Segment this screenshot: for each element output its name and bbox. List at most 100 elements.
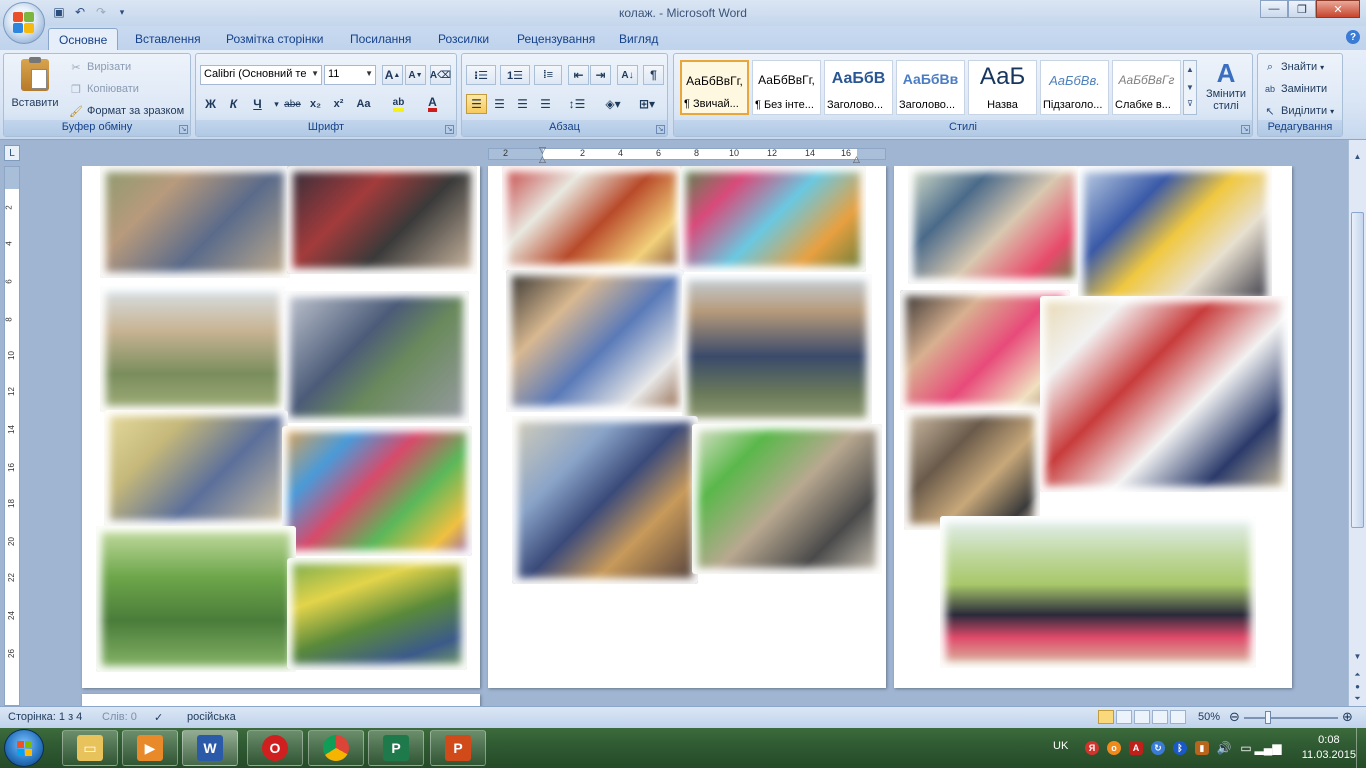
line-spacing-button[interactable]: ↕☰ <box>562 94 592 114</box>
change-case-button[interactable]: Aa <box>353 94 374 114</box>
style-subtitle[interactable]: АаБбВв. Підзаголо... <box>1040 60 1109 115</box>
vertical-ruler[interactable]: 2 4 6 8 10 12 14 16 18 20 22 24 26 <box>4 166 20 706</box>
vertical-scrollbar[interactable]: ▲ ▼ ⏶ ● ⏷ <box>1348 140 1366 706</box>
office-button[interactable] <box>3 2 45 44</box>
update-icon[interactable]: ↻ <box>1151 741 1165 755</box>
start-button[interactable] <box>4 729 44 767</box>
change-styles-button[interactable]: A Змінити стилі <box>1202 58 1250 112</box>
scrollbar-thumb[interactable] <box>1351 212 1364 528</box>
tab-references[interactable]: Посилання <box>340 28 421 50</box>
horizontal-ruler[interactable]: 2 2 4 6 8 10 12 14 16 ▽ △ △ <box>488 145 886 164</box>
document-page-2[interactable] <box>488 166 886 688</box>
find-button[interactable]: ⌕ Знайти ▾ <box>1262 59 1324 75</box>
taskbar-publisher[interactable]: P <box>368 730 424 766</box>
format-painter-button[interactable]: 🖌 Формат за зразком <box>68 103 184 119</box>
document-page-4[interactable] <box>82 694 480 706</box>
odnoklassniki-icon[interactable]: о <box>1107 741 1121 755</box>
document-page-1[interactable] <box>82 166 480 688</box>
style-no-spacing[interactable]: АаБбВвГг, ¶ Без інте... <box>752 60 821 115</box>
power-icon[interactable]: ▭ <box>1239 741 1253 755</box>
volume-icon[interactable]: 🔊 <box>1217 741 1232 755</box>
style-heading-1[interactable]: АаБбВ Заголово... <box>824 60 893 115</box>
copy-button[interactable]: ❐ Копіювати <box>68 81 139 97</box>
tab-home[interactable]: Основне <box>48 28 119 50</box>
multilevel-list-button[interactable]: ⁞≡ <box>534 65 562 85</box>
taskbar-opera[interactable]: O <box>247 730 303 766</box>
taskbar-word[interactable]: W <box>182 730 238 766</box>
maximize-button[interactable]: ❐ <box>1288 0 1316 18</box>
minimize-button[interactable]: — <box>1260 0 1288 18</box>
tray-app-icon[interactable]: ▮ <box>1195 741 1209 755</box>
grow-font-button[interactable]: A ▲ <box>382 65 403 85</box>
sort-button[interactable]: A↓ <box>617 65 638 85</box>
print-layout-view-button[interactable] <box>1098 710 1114 724</box>
web-layout-view-button[interactable] <box>1134 710 1150 724</box>
pdf-icon[interactable]: A <box>1129 741 1143 755</box>
show-desktop-button[interactable] <box>1356 728 1366 768</box>
outline-view-button[interactable] <box>1152 710 1168 724</box>
page-count[interactable]: Сторінка: 1 з 4 <box>8 711 82 723</box>
select-button[interactable]: ↖ Виділити ▾ <box>1262 103 1334 119</box>
zoom-out-icon[interactable]: ⊖ <box>1229 709 1240 725</box>
taskbar-explorer[interactable]: ▭ <box>62 730 118 766</box>
word-count[interactable]: Слів: 0 <box>102 711 137 723</box>
font-name-combo[interactable]: Calibri (Основний те ▼ <box>200 65 322 85</box>
bluetooth-icon[interactable]: ᛒ <box>1173 741 1187 755</box>
tab-review[interactable]: Рецензування <box>507 28 605 50</box>
shading-button[interactable]: ◈▾ <box>598 94 628 114</box>
shrink-font-button[interactable]: A ▼ <box>405 65 426 85</box>
cut-button[interactable]: ✂ Вирізати <box>68 59 131 75</box>
clear-formatting-button[interactable]: A⌫ <box>430 65 451 85</box>
document-page-3[interactable] <box>894 166 1292 688</box>
taskbar-chrome[interactable] <box>308 730 364 766</box>
paste-button[interactable]: Вставити <box>8 57 62 117</box>
network-icon[interactable]: ▂▄▆ <box>1255 741 1282 755</box>
more-styles-icon[interactable]: ⊽ <box>1184 97 1196 111</box>
yandex-icon[interactable]: Я <box>1085 741 1099 755</box>
taskbar-media-player[interactable]: ▶ <box>122 730 178 766</box>
clipboard-launcher-icon[interactable]: ↘ <box>179 125 188 134</box>
zoom-slider-knob[interactable] <box>1265 711 1271 724</box>
italic-button[interactable]: К <box>223 94 244 114</box>
scroll-up-icon[interactable]: ▲ <box>1351 152 1364 166</box>
taskbar-powerpoint[interactable]: P <box>430 730 486 766</box>
align-center-button[interactable]: ☰ <box>489 94 510 114</box>
bold-button[interactable]: Ж <box>200 94 221 114</box>
left-indent-icon[interactable]: △ <box>539 154 546 165</box>
zoom-level[interactable]: 50% <box>1198 711 1220 723</box>
tab-view[interactable]: Вигляд <box>609 28 668 50</box>
close-button[interactable]: ✕ <box>1316 0 1360 18</box>
styles-scroll[interactable]: ▲ ▼ ⊽ <box>1183 60 1197 115</box>
style-heading-2[interactable]: АаБбВв Заголово... <box>896 60 965 115</box>
decrease-indent-button[interactable]: ⇤ <box>568 65 589 85</box>
full-screen-reading-view-button[interactable] <box>1116 710 1132 724</box>
language-bar[interactable]: UK <box>1053 740 1068 752</box>
draft-view-button[interactable] <box>1170 710 1186 724</box>
scroll-up-icon[interactable]: ▲ <box>1184 61 1196 79</box>
font-launcher-icon[interactable]: ↘ <box>445 125 454 134</box>
subscript-button[interactable]: x₂ <box>305 94 326 114</box>
clock[interactable]: 0:08 11.03.2015 <box>1302 733 1356 763</box>
tab-page-layout[interactable]: Розмітка сторінки <box>216 28 333 50</box>
tab-selector-icon[interactable]: L <box>4 145 20 161</box>
borders-button[interactable]: ⊞▾ <box>632 94 662 114</box>
scroll-down-icon[interactable]: ▼ <box>1351 652 1364 666</box>
align-left-button[interactable]: ☰ <box>466 94 487 114</box>
zoom-in-icon[interactable]: ⊕ <box>1342 709 1353 725</box>
proofing-icon[interactable]: ✓ <box>154 711 163 724</box>
justify-button[interactable]: ☰ <box>535 94 556 114</box>
underline-button[interactable]: Ч <box>247 94 268 114</box>
bullets-button[interactable]: ⁝☰ <box>466 65 496 85</box>
style-normal[interactable]: АаБбВвГг, ¶ Звичай... <box>680 60 749 115</box>
align-right-button[interactable]: ☰ <box>512 94 533 114</box>
styles-launcher-icon[interactable]: ↘ <box>1241 125 1250 134</box>
tab-insert[interactable]: Вставлення <box>125 28 211 50</box>
scroll-down-icon[interactable]: ▼ <box>1184 79 1196 97</box>
numbering-button[interactable]: 1☰ <box>500 65 530 85</box>
style-subtle-emphasis[interactable]: АаБбВвГг Слабке в... <box>1112 60 1181 115</box>
strikethrough-button[interactable]: abe <box>282 94 303 114</box>
tab-mailings[interactable]: Розсилки <box>428 28 499 50</box>
zoom-slider[interactable] <box>1244 717 1338 719</box>
style-title[interactable]: АаБ Назва <box>968 60 1037 115</box>
language-indicator[interactable]: російська <box>187 711 236 723</box>
